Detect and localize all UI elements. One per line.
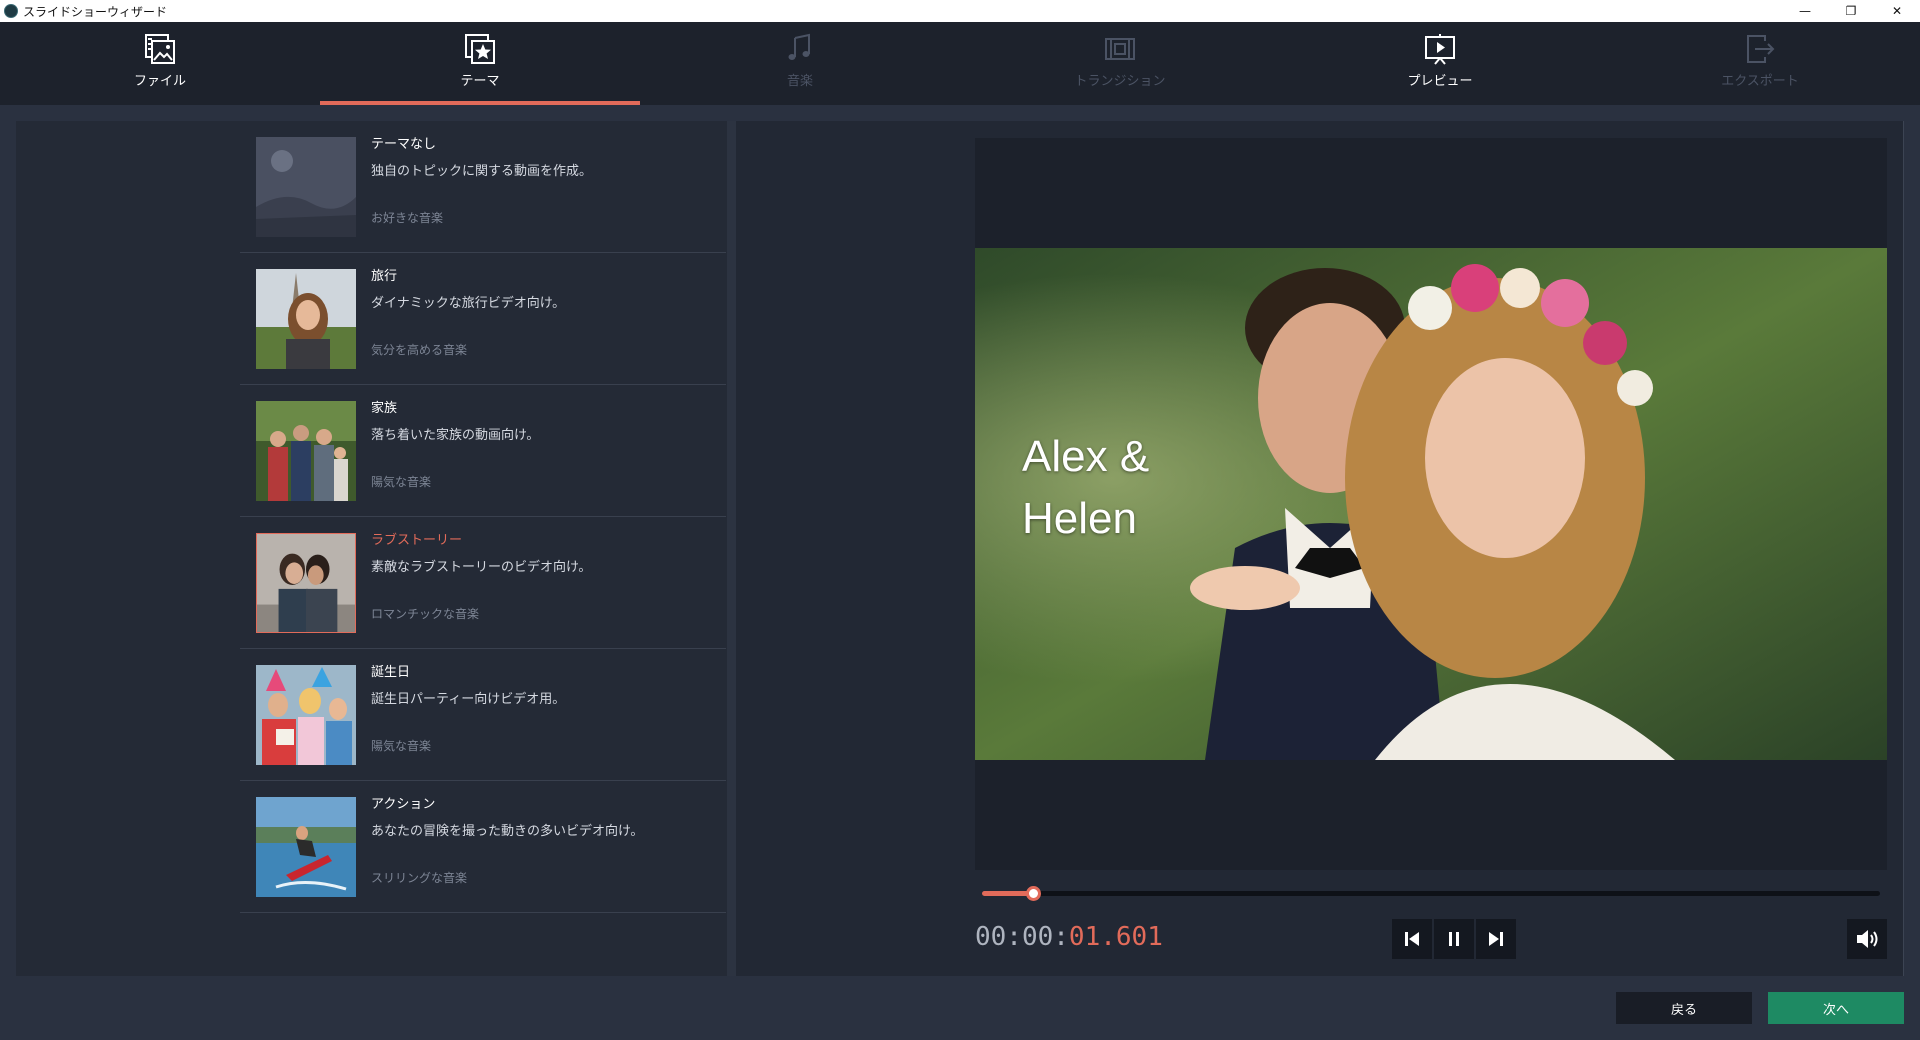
tab-transition-label: トランジション	[1074, 74, 1166, 89]
tab-file-label: ファイル	[133, 74, 186, 89]
volume-button[interactable]	[1847, 919, 1887, 959]
back-button[interactable]: 戻る	[1616, 992, 1752, 1024]
next-button[interactable]	[1476, 919, 1516, 959]
theme-star-icon	[465, 34, 495, 64]
wizard-tab-bar: ファイル テーマ 音楽 トランジション プレビュー エクスポート	[0, 22, 1920, 105]
timecode: 00:00:01.601	[975, 922, 1163, 952]
theme-item-none[interactable]: テーマなし 独自のトピックに関する動画を作成。 お好きな音楽	[240, 121, 726, 253]
timecode-current: 01.601	[1068, 922, 1163, 952]
theme-description: ダイナミックな旅行ビデオ向け。	[371, 296, 566, 311]
theme-music: 陽気な音楽	[371, 739, 432, 753]
theme-description: 独自のトピックに関する動画を作成。	[371, 164, 593, 179]
tab-file[interactable]: ファイル	[0, 22, 320, 105]
preview-icon	[1425, 34, 1455, 65]
theme-description: 素敵なラブストーリーのビデオ向け。	[371, 560, 592, 575]
video-preview-image: Alex & Helen	[975, 248, 1887, 760]
music-icon	[788, 33, 810, 60]
tab-preview[interactable]: プレビュー	[1280, 22, 1600, 105]
theme-thumbnail	[256, 797, 356, 897]
export-icon	[1747, 35, 1775, 63]
window-controls: — ❐ ✕	[1782, 0, 1920, 22]
theme-title: ラブストーリー	[371, 533, 463, 548]
theme-music: お好きな音楽	[371, 211, 444, 225]
preview-title-text: Alex & Helen	[1022, 426, 1222, 550]
theme-thumbnail	[256, 533, 356, 633]
file-images-icon	[145, 34, 175, 64]
tab-music[interactable]: 音楽	[640, 22, 960, 105]
theme-music: 気分を高める音楽	[371, 343, 468, 357]
title-bar: スライドショーウィザード — ❐ ✕	[0, 0, 1920, 22]
restore-button[interactable]: ❐	[1828, 0, 1874, 22]
close-button[interactable]: ✕	[1874, 0, 1920, 22]
preview-title-line2: Helen	[1022, 494, 1137, 543]
theme-thumbnail	[256, 665, 356, 765]
volume-icon	[1857, 930, 1878, 948]
previous-button[interactable]	[1392, 919, 1432, 959]
tab-theme[interactable]: テーマ	[320, 22, 640, 105]
preview-title-line1: Alex &	[1022, 432, 1150, 481]
tab-theme-label: テーマ	[460, 74, 500, 89]
theme-title: 旅行	[371, 269, 398, 284]
pause-icon	[1449, 932, 1459, 946]
theme-description: 誕生日パーティー向けビデオ用。	[371, 692, 566, 707]
next-step-button[interactable]: 次へ	[1768, 992, 1904, 1024]
seek-handle[interactable]	[1026, 886, 1041, 901]
tab-export[interactable]: エクスポート	[1600, 22, 1920, 105]
theme-thumbnail	[256, 137, 356, 237]
theme-description: あなたの冒険を撮った動きの多いビデオ向け。	[371, 824, 644, 839]
theme-item-family[interactable]: 家族 落ち着いた家族の動画向け。 陽気な音楽	[240, 385, 726, 517]
skip-forward-icon	[1489, 932, 1503, 946]
theme-item-action[interactable]: アクション あなたの冒険を撮った動きの多いビデオ向け。 スリリングな音楽	[240, 781, 726, 913]
theme-item-travel[interactable]: 旅行 ダイナミックな旅行ビデオ向け。 気分を高める音楽	[240, 253, 726, 385]
tab-preview-label: プレビュー	[1407, 74, 1473, 89]
pane-divider	[727, 121, 736, 976]
theme-thumbnail	[256, 269, 356, 369]
transition-icon	[1105, 38, 1135, 60]
theme-list: テーマなし 独自のトピックに関する動画を作成。 お好きな音楽 旅行 ダイナミック…	[240, 121, 726, 913]
theme-description: 落ち着いた家族の動画向け。	[371, 428, 540, 443]
tab-export-label: エクスポート	[1721, 74, 1799, 89]
theme-thumbnail	[256, 401, 356, 501]
minimize-button[interactable]: —	[1782, 0, 1828, 22]
theme-item-love-story[interactable]: ラブストーリー 素敵なラブストーリーのビデオ向け。 ロマンチックな音楽	[240, 517, 726, 649]
pause-button[interactable]	[1434, 919, 1474, 959]
theme-title: 誕生日	[371, 665, 411, 680]
tab-music-label: 音楽	[786, 74, 813, 89]
seek-bar[interactable]	[982, 886, 1880, 901]
theme-item-birthday[interactable]: 誕生日 誕生日パーティー向けビデオ用。 陽気な音楽	[240, 649, 726, 781]
theme-music: スリリングな音楽	[371, 871, 468, 885]
theme-music: 陽気な音楽	[371, 475, 432, 489]
tab-transition[interactable]: トランジション	[960, 22, 1280, 105]
timecode-base: 00:00:	[975, 922, 1069, 952]
app-logo-icon	[4, 4, 18, 18]
theme-title: アクション	[371, 797, 436, 812]
theme-title: テーマなし	[371, 137, 437, 152]
theme-title: 家族	[371, 401, 398, 416]
window-title: スライドショーウィザード	[23, 4, 168, 19]
theme-music: ロマンチックな音楽	[371, 607, 480, 621]
skip-back-icon	[1405, 932, 1419, 946]
